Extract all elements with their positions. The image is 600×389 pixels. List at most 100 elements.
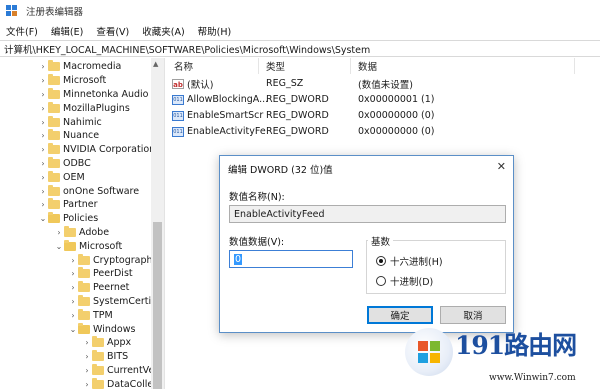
tree-item[interactable]: ⌄ Microsoft xyxy=(54,239,122,253)
value-data-cell[interactable]: (数值未设置) xyxy=(358,76,413,91)
close-icon[interactable]: ✕ xyxy=(497,160,506,173)
tree-item[interactable]: › Appx xyxy=(82,336,131,350)
tree-item-label: Policies xyxy=(63,213,99,225)
chevron-right-icon[interactable]: › xyxy=(38,118,48,127)
radio-hex-button[interactable] xyxy=(376,256,386,266)
registry-tree[interactable]: › Macromedia › Microsoft › Minnetonka Audio S… xyxy=(0,58,165,389)
folder-icon xyxy=(48,156,60,168)
value-name-cell[interactable]: 011 EnableActivityFe xyxy=(172,124,266,139)
tree-item[interactable]: › BITS xyxy=(82,350,128,364)
value-type-cell[interactable]: REG_DWORD xyxy=(266,124,329,139)
tree-item[interactable]: › Microsoft xyxy=(38,74,106,88)
chevron-right-icon[interactable]: › xyxy=(68,256,78,265)
column-header-data[interactable]: 数据 xyxy=(358,58,377,74)
address-bar[interactable]: 计算机\HKEY_LOCAL_MACHINE\SOFTWARE\Policies… xyxy=(0,40,600,57)
tree-item[interactable]: › Minnetonka Audio S xyxy=(38,87,158,102)
radio-hex[interactable]: 十六进制(H) xyxy=(376,254,443,268)
tree-item-label: MozillaPlugins xyxy=(63,102,130,114)
chevron-right-icon[interactable]: › xyxy=(38,187,48,196)
window-title: 注册表编辑器 xyxy=(26,7,84,18)
windows-logo-icon xyxy=(405,328,453,376)
value-type-cell[interactable]: REG_SZ xyxy=(266,76,303,91)
chevron-right-icon[interactable]: › xyxy=(82,338,92,347)
menu-help[interactable]: 帮助(H) xyxy=(192,24,239,38)
value-type-text: REG_DWORD xyxy=(266,126,329,137)
tree-item-label: Partner xyxy=(63,199,98,211)
menu-favorites[interactable]: 收藏夹(A) xyxy=(136,24,191,38)
folder-icon xyxy=(78,294,90,306)
menu-file[interactable]: 文件(F) xyxy=(0,24,45,38)
tree-item[interactable]: › Nuance xyxy=(38,129,99,143)
chevron-right-icon[interactable]: › xyxy=(38,200,48,209)
tree-item[interactable]: › ODBC xyxy=(38,156,91,171)
value-name-cell[interactable]: ab (默认) xyxy=(172,76,213,91)
column-header-name[interactable]: 名称 xyxy=(174,58,193,74)
tree-item[interactable]: › Cryptography xyxy=(68,253,158,267)
value-type-cell[interactable]: REG_DWORD xyxy=(266,92,329,107)
chevron-right-icon[interactable]: › xyxy=(68,311,78,320)
tree-item-label: onOne Software xyxy=(63,185,140,197)
chevron-right-icon[interactable]: › xyxy=(54,228,64,237)
tree-item[interactable]: › Macromedia xyxy=(38,60,121,74)
chevron-right-icon[interactable]: › xyxy=(68,269,78,278)
scroll-up-icon[interactable]: ▲ xyxy=(153,60,158,68)
tree-item[interactable]: › PeerDist xyxy=(68,267,133,281)
chevron-right-icon[interactable]: › xyxy=(82,366,92,375)
chevron-right-icon[interactable]: › xyxy=(82,380,92,389)
chevron-right-icon[interactable]: › xyxy=(82,352,92,361)
tree-item[interactable]: › TPM xyxy=(68,308,113,322)
chevron-down-icon[interactable]: ⌄ xyxy=(68,325,78,334)
value-data-cell[interactable]: 0x00000000 (0) xyxy=(358,124,435,139)
tree-item[interactable]: › Adobe xyxy=(54,225,109,240)
chevron-right-icon[interactable]: › xyxy=(38,76,48,85)
watermark-brand: 191路由网 xyxy=(455,331,577,360)
folder-icon xyxy=(48,74,60,86)
folder-icon xyxy=(48,143,60,155)
tree-item-label: Microsoft xyxy=(79,240,123,252)
value-data-text: 0 xyxy=(234,253,243,265)
scrollbar-thumb[interactable] xyxy=(153,222,162,389)
chevron-right-icon[interactable]: › xyxy=(38,159,48,168)
chevron-down-icon[interactable]: ⌄ xyxy=(54,242,64,251)
chevron-right-icon[interactable]: › xyxy=(38,62,48,71)
value-data-cell[interactable]: 0x00000000 (0) xyxy=(358,108,435,123)
radio-hex-label: 十六进制(H) xyxy=(390,257,443,268)
column-header-type[interactable]: 类型 xyxy=(266,58,285,74)
folder-icon xyxy=(48,198,60,210)
value-name-cell[interactable]: 011 AllowBlockingA... xyxy=(172,92,268,107)
value-data-input[interactable]: 0 xyxy=(229,250,353,268)
binary-value-icon: 011 xyxy=(172,94,184,105)
chevron-right-icon[interactable]: › xyxy=(68,283,78,292)
folder-icon xyxy=(78,253,90,265)
menu-view[interactable]: 查看(V) xyxy=(90,24,136,38)
tree-item[interactable]: › SystemCertific xyxy=(68,294,162,309)
tree-item[interactable]: › NVIDIA Corporation xyxy=(38,143,155,157)
tree-item[interactable]: › Nahimic xyxy=(38,115,102,129)
chevron-down-icon[interactable]: ⌄ xyxy=(38,214,48,223)
tree-item[interactable]: › Partner xyxy=(38,198,98,212)
value-name-cell[interactable]: 011 EnableSmartScr xyxy=(172,108,263,123)
tree-item-label: TPM xyxy=(93,309,113,321)
chevron-right-icon[interactable]: › xyxy=(68,297,78,306)
tree-scrollbar[interactable]: ▲ xyxy=(151,58,164,389)
tree-item[interactable]: ⌄ Windows xyxy=(68,322,135,336)
tree-item[interactable]: › onOne Software xyxy=(38,184,139,198)
chevron-right-icon[interactable]: › xyxy=(38,131,48,140)
radio-dec[interactable]: 十进制(D) xyxy=(376,274,433,288)
folder-icon xyxy=(78,281,90,293)
chevron-right-icon[interactable]: › xyxy=(38,90,48,99)
tree-item[interactable]: ⌄ Policies xyxy=(38,212,98,226)
tree-item[interactable]: › OEM xyxy=(38,170,85,184)
menu-edit[interactable]: 编辑(E) xyxy=(45,24,90,38)
folder-icon xyxy=(48,129,60,141)
chevron-right-icon[interactable]: › xyxy=(38,173,48,182)
value-data-cell[interactable]: 0x00000001 (1) xyxy=(358,92,435,107)
tree-item-label: BITS xyxy=(107,351,129,363)
chevron-right-icon[interactable]: › xyxy=(38,104,48,113)
radio-dec-button[interactable] xyxy=(376,276,386,286)
tree-item[interactable]: › Peernet xyxy=(68,281,129,295)
chevron-right-icon[interactable]: › xyxy=(38,145,48,154)
value-type-cell[interactable]: REG_DWORD xyxy=(266,108,329,123)
value-name-label: 数值名称(N): xyxy=(229,192,285,203)
tree-item[interactable]: › MozillaPlugins xyxy=(38,101,130,115)
